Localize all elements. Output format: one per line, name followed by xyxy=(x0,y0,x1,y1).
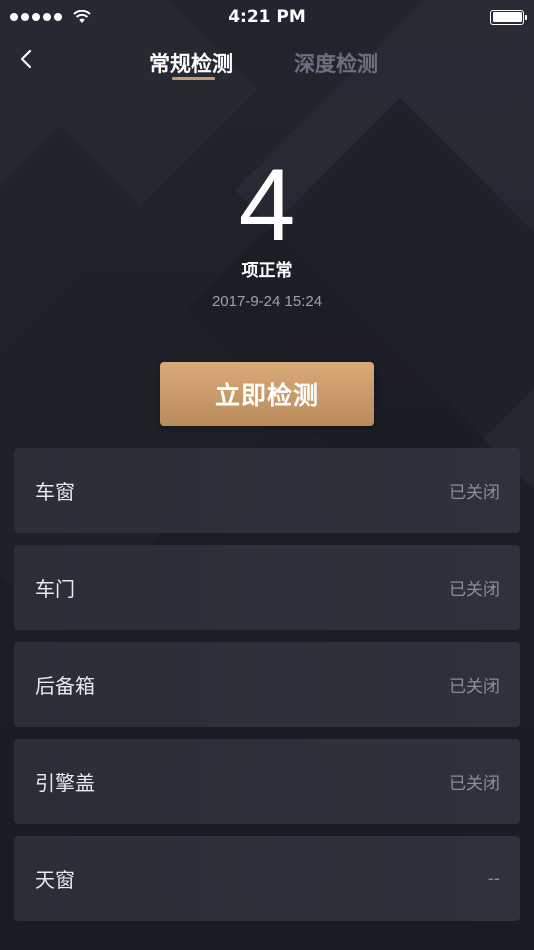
check-item-list: 车窗 已关闭 车门 已关闭 后备箱 已关闭 引擎盖 已关闭 天窗 -- xyxy=(14,448,520,933)
normal-count-label: 项正常 xyxy=(241,261,293,281)
list-item-door[interactable]: 车门 已关闭 xyxy=(14,545,520,630)
tab-routine-check[interactable]: 常规检测 xyxy=(149,48,233,78)
item-name: 引擎盖 xyxy=(35,771,95,795)
list-item-trunk[interactable]: 后备箱 已关闭 xyxy=(14,642,520,727)
list-item-sunroof[interactable]: 天窗 -- xyxy=(14,836,520,921)
item-status: -- xyxy=(487,868,500,889)
status-time: 4:21 PM xyxy=(228,7,306,27)
item-name: 车门 xyxy=(35,577,75,601)
item-status: 已关闭 xyxy=(449,774,500,794)
normal-count: 4 xyxy=(238,148,296,262)
tab-deep-check[interactable]: 深度检测 xyxy=(294,48,378,78)
item-status: 已关闭 xyxy=(449,483,500,503)
back-button[interactable] xyxy=(14,46,40,72)
item-name: 天窗 xyxy=(35,868,75,892)
battery-icon xyxy=(490,9,527,25)
nav-bar: 常规检测 深度检测 xyxy=(0,36,534,86)
detect-now-button[interactable]: 立即检测 xyxy=(160,362,374,426)
status-bar: 4:21 PM xyxy=(0,0,534,34)
item-status: 已关闭 xyxy=(449,677,500,697)
active-tab-indicator xyxy=(172,77,215,80)
back-arrow-icon xyxy=(20,49,32,69)
item-name: 后备箱 xyxy=(35,674,95,698)
item-status: 已关闭 xyxy=(449,580,500,600)
item-name: 车窗 xyxy=(35,480,75,504)
list-item-hood[interactable]: 引擎盖 已关闭 xyxy=(14,739,520,824)
check-timestamp: 2017-9-24 15:24 xyxy=(211,293,323,310)
list-item-window[interactable]: 车窗 已关闭 xyxy=(14,448,520,533)
